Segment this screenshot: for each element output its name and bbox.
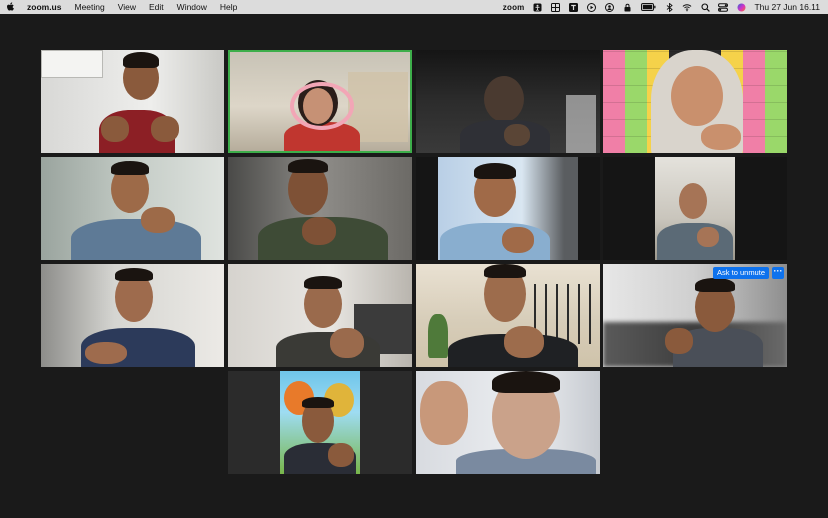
participant-video-tile[interactable]: Ask to unmute ··· bbox=[603, 264, 787, 367]
participant-video-tile[interactable] bbox=[41, 264, 224, 367]
menu-meeting[interactable]: Meeting bbox=[74, 2, 104, 12]
app-menu-zoom[interactable]: zoom.us bbox=[27, 2, 61, 12]
active-speaker-video-tile[interactable] bbox=[228, 50, 412, 153]
spotlight-search-icon[interactable] bbox=[700, 2, 710, 12]
battery-icon[interactable] bbox=[640, 3, 656, 12]
participant-video-tile[interactable] bbox=[416, 371, 600, 474]
play-icon[interactable] bbox=[586, 2, 596, 12]
participant-video-tile[interactable] bbox=[416, 157, 600, 260]
zoom-status-item[interactable]: zoom bbox=[503, 3, 525, 12]
grid-app-icon[interactable] bbox=[550, 2, 560, 12]
user-status-icon[interactable] bbox=[604, 2, 614, 12]
menu-edit[interactable]: Edit bbox=[149, 2, 164, 12]
text-app-icon[interactable] bbox=[568, 2, 578, 12]
participant-video-tile[interactable] bbox=[41, 50, 224, 153]
participant-video-tile[interactable] bbox=[228, 371, 412, 474]
menu-view[interactable]: View bbox=[118, 2, 136, 12]
participant-video-tile[interactable] bbox=[603, 50, 787, 153]
participant-video-tile[interactable] bbox=[41, 157, 224, 260]
siri-icon[interactable] bbox=[736, 3, 746, 12]
video-gallery: Ask to unmute ··· bbox=[0, 14, 828, 518]
more-options-button[interactable]: ··· bbox=[772, 267, 784, 279]
accessibility-icon[interactable] bbox=[532, 3, 542, 12]
participant-video-tile[interactable] bbox=[228, 264, 412, 367]
participant-video-tile[interactable] bbox=[416, 50, 600, 153]
participant-video-tile[interactable] bbox=[603, 157, 787, 260]
participant-video-tile[interactable] bbox=[416, 264, 600, 367]
participant-video-tile[interactable] bbox=[228, 157, 412, 260]
menu-help[interactable]: Help bbox=[220, 2, 237, 12]
apple-icon[interactable] bbox=[6, 2, 15, 12]
ask-to-unmute-button[interactable]: Ask to unmute bbox=[713, 267, 769, 279]
menu-window[interactable]: Window bbox=[177, 2, 207, 12]
wifi-icon[interactable] bbox=[682, 3, 692, 12]
bluetooth-icon[interactable] bbox=[664, 2, 674, 12]
control-center-icon[interactable] bbox=[718, 2, 729, 12]
lock-icon[interactable] bbox=[622, 3, 632, 12]
menu-bar-clock[interactable]: Thu 27 Jun 16.11 bbox=[754, 2, 820, 12]
menu-bar: zoom.us Meeting View Edit Window Help zo… bbox=[0, 0, 828, 14]
